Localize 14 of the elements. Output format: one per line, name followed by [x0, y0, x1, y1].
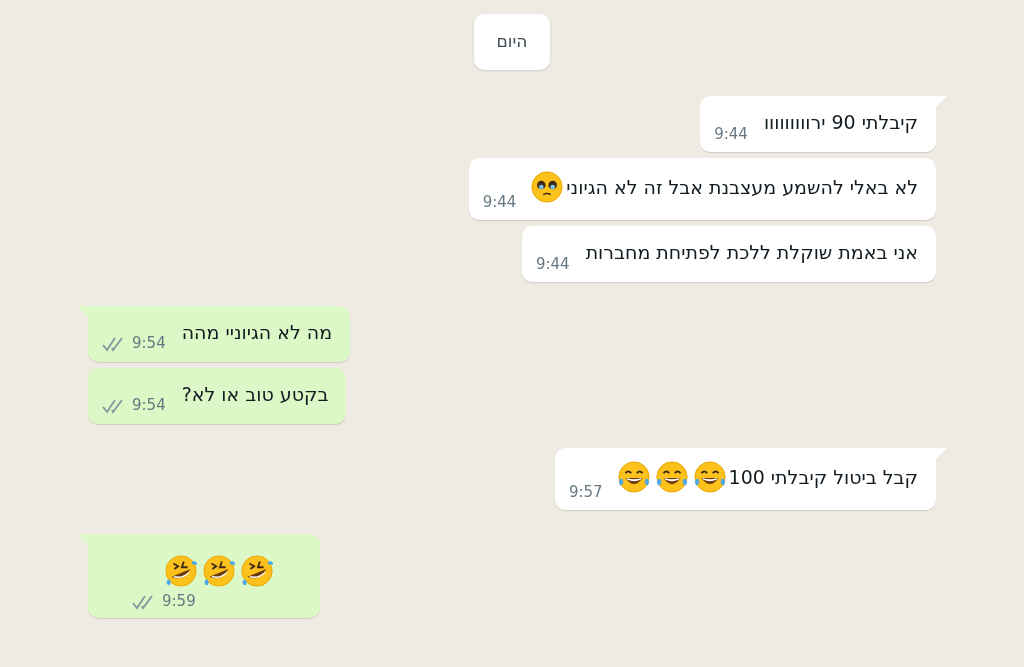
message-time: 9:57: [568, 484, 603, 500]
message-time: 9:44: [535, 256, 570, 272]
message-text: קבל ביטול קיבלתי 100: [728, 464, 918, 490]
message-time: 9:54: [132, 398, 166, 413]
message-time: 9:54: [132, 336, 166, 351]
message-text: מה לא הגיוניי מהה: [181, 319, 333, 345]
message-text: בקטע טוב או לא?: [181, 381, 329, 407]
message-time: 9:59: [162, 594, 196, 609]
message-time: 9:44: [482, 194, 517, 210]
message-text: לא באלי להשמע מעצבנת אבל זה לא הגיוני: [566, 174, 918, 200]
message-text: קיבלתי 90 ירווווווווו: [763, 109, 918, 135]
date-chip: היום: [473, 14, 551, 70]
message-text: אני באמת שוקלת ללכת לפתיחת מחברות: [585, 239, 918, 265]
message-time: 9:44: [714, 126, 748, 142]
